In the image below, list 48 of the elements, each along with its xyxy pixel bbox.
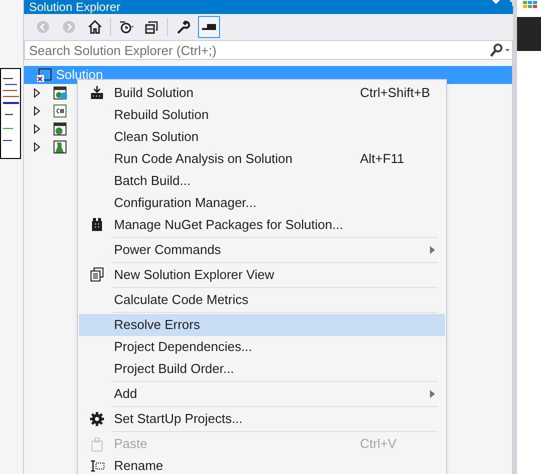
- menu-item[interactable]: Manage NuGet Packages for Solution...: [79, 214, 445, 236]
- wrench-icon: [175, 19, 191, 35]
- shortcut-text: Ctrl+V: [360, 435, 398, 454]
- collapse-icon: [144, 19, 160, 35]
- menu-item[interactable]: Configuration Manager...: [79, 192, 445, 214]
- windows-icon: [88, 267, 104, 283]
- menu-item[interactable]: Resolve Errors: [79, 314, 445, 336]
- menu-item[interactable]: Rebuild Solution: [79, 104, 445, 126]
- shortcut-text: Alt+F11: [360, 150, 406, 168]
- menu-item[interactable]: Build Solution Ctrl+Shift+B: [79, 82, 445, 104]
- menu-item[interactable]: Clean Solution: [79, 126, 445, 148]
- window-title: Solution Explorer: [29, 0, 120, 14]
- menu-item[interactable]: Project Build Order...: [79, 358, 445, 380]
- project-icon: [53, 86, 67, 100]
- menu-item[interactable]: Power Commands: [79, 239, 445, 261]
- menu-item[interactable]: Rename: [79, 455, 445, 474]
- project-icon: [53, 140, 67, 154]
- dropdown-icon[interactable]: [492, 0, 500, 4]
- menu-item[interactable]: Run Code Analysis on Solution Alt+F11: [79, 148, 445, 170]
- clock-icon: [118, 19, 134, 35]
- preview-icon: [201, 23, 217, 31]
- solution-icon: [36, 67, 52, 83]
- expand-arrow-icon[interactable]: [33, 142, 41, 152]
- preview-button[interactable]: [198, 16, 220, 38]
- build-icon: [88, 85, 104, 101]
- expand-arrow-icon[interactable]: [33, 106, 41, 116]
- expand-arrow-icon[interactable]: [33, 88, 41, 98]
- project-icon: [53, 122, 67, 136]
- back-icon: [35, 19, 51, 35]
- dark-panel: [517, 17, 541, 51]
- submenu-arrow-icon: [430, 246, 435, 254]
- menu-item[interactable]: Add: [79, 383, 445, 405]
- search-field[interactable]: Search Solution Explorer (Ctrl+;): [24, 40, 513, 60]
- menu-item[interactable]: Project Dependencies...: [79, 336, 445, 358]
- gear-icon: [88, 411, 104, 427]
- search-icon[interactable]: [489, 43, 511, 57]
- project-icon: [53, 104, 67, 118]
- expand-arrow-icon[interactable]: [33, 124, 41, 134]
- rename-icon: [88, 458, 104, 474]
- home-icon: [87, 19, 103, 35]
- menu-item[interactable]: Batch Build...: [79, 170, 445, 192]
- submenu-arrow-icon: [430, 390, 435, 398]
- shortcut-text: Ctrl+Shift+B: [360, 84, 430, 102]
- clipboard-icon: [88, 436, 104, 452]
- forward-icon: [61, 19, 77, 35]
- menu-item[interactable]: Set StartUp Projects...: [79, 408, 445, 430]
- menu-item[interactable]: New Solution Explorer View: [79, 264, 445, 286]
- menu-item[interactable]: Calculate Code Metrics: [79, 289, 445, 311]
